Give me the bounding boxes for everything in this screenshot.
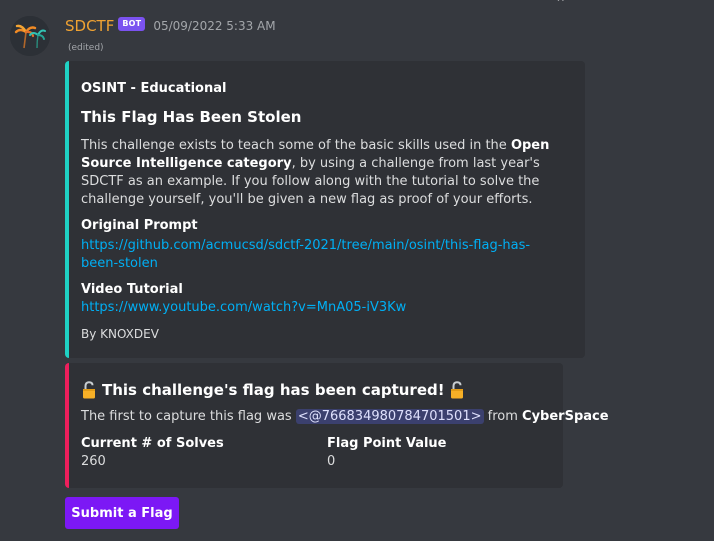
video-tutorial-link[interactable]: https://www.youtube.com/watch?v=MnA05-iV… <box>81 300 406 315</box>
solves-field: Current # of Solves 260 <box>81 436 224 471</box>
embed-title: This Flag Has Been Stolen <box>81 108 302 126</box>
message-header: SDCTF BOT 05/09/2022 5:33 AM <box>65 16 276 36</box>
reaction-icon: ⚒ <box>556 0 586 2</box>
embed-description: The first to capture this flag was <@766… <box>81 409 609 424</box>
video-tutorial-field: Video Tutorial https://www.youtube.com/w… <box>81 282 406 317</box>
embed-footer: By KNOXDEV <box>81 327 159 341</box>
description-text: The first to capture this flag was <box>81 409 296 424</box>
team-name: CyberSpace <box>522 409 609 424</box>
palm-trees-icon <box>10 16 50 56</box>
field-value: https://github.com/acmucsd/sdctf-2021/tr… <box>81 237 561 273</box>
capture-status-embed: This challenge's flag has been captured!… <box>65 363 609 488</box>
submit-flag-button[interactable]: Submit a Flag <box>65 497 179 529</box>
timestamp: 05/09/2022 5:33 AM <box>153 19 276 33</box>
bot-badge: BOT <box>118 17 146 31</box>
original-prompt-field: Original Prompt https://github.com/acmuc… <box>81 218 561 273</box>
user-mention[interactable]: <@766834980784701501> <box>295 409 484 424</box>
field-name: Original Prompt <box>81 218 198 233</box>
challenge-embed: OSINT - Educational This Flag Has Been S… <box>65 61 585 358</box>
edited-label: (edited) <box>68 43 104 53</box>
field-value: https://www.youtube.com/watch?v=MnA05-iV… <box>81 299 406 317</box>
avatar[interactable] <box>10 16 50 56</box>
embed-title-text: This challenge's flag has been captured! <box>102 381 445 399</box>
embed-title: This challenge's flag has been captured! <box>81 380 465 400</box>
unlocked-padlock-icon <box>81 380 97 400</box>
embed-author: OSINT - Educational <box>81 81 227 96</box>
point-value-field: Flag Point Value 0 <box>327 436 447 471</box>
field-name: Video Tutorial <box>81 282 183 297</box>
solves-count: 260 <box>81 454 106 469</box>
description-text: from <box>483 409 523 424</box>
original-prompt-link[interactable]: https://github.com/acmucsd/sdctf-2021/tr… <box>81 238 530 271</box>
point-value: 0 <box>327 454 336 469</box>
unlocked-padlock-icon <box>449 380 465 400</box>
username[interactable]: SDCTF <box>65 17 114 35</box>
bot-message: ⚒ SDCTF BOT 05/09/2022 5:33 AM (edited) … <box>0 0 714 541</box>
description-text: This challenge exists to teach some of t… <box>81 138 511 153</box>
embed-description: This challenge exists to teach some of t… <box>81 137 573 209</box>
field-name: Current # of Solves <box>81 436 224 451</box>
field-name: Flag Point Value <box>327 436 447 451</box>
